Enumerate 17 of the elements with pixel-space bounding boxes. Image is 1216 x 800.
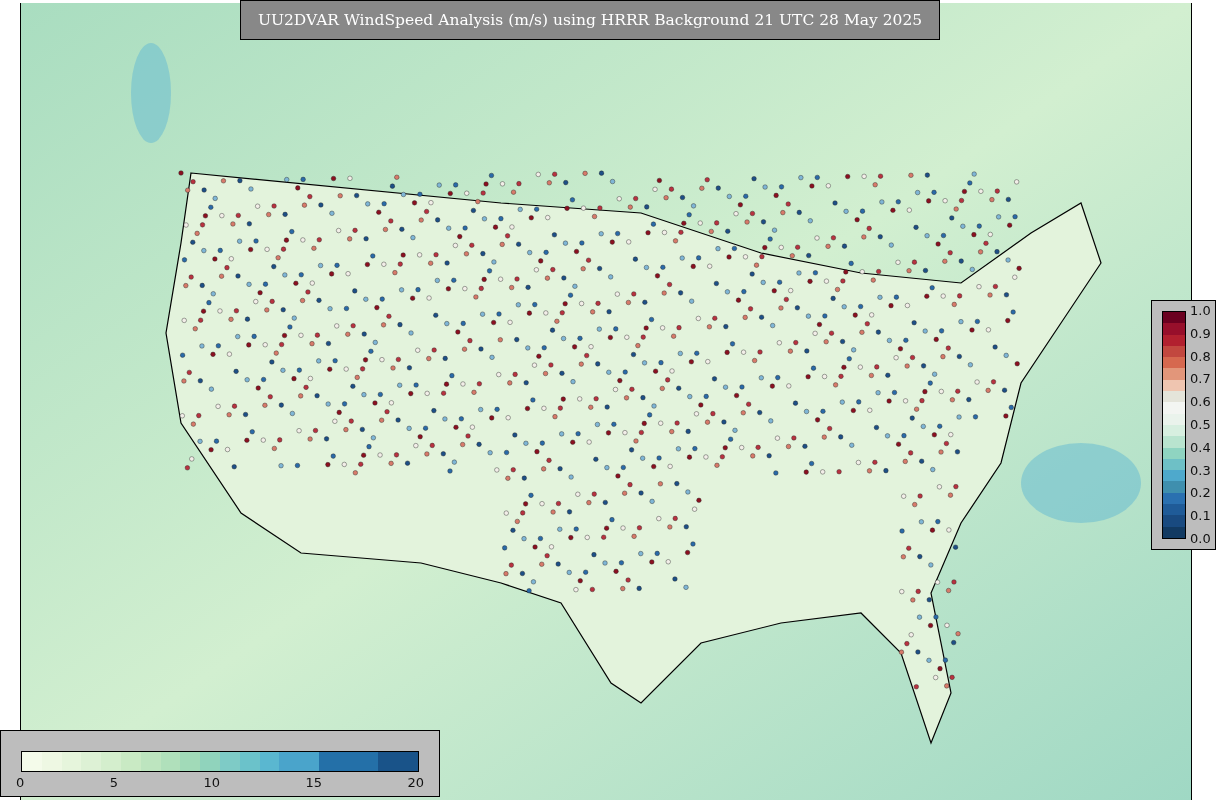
tick-label: 10 (203, 775, 220, 791)
tick-label: 0.3 (1190, 462, 1211, 479)
tick-label: 0.2 (1190, 485, 1211, 502)
tick-label: 0.7 (1190, 371, 1211, 388)
tick-label: 0 (16, 775, 25, 791)
tick-label: 0.0 (1190, 530, 1211, 547)
tick-label: 0.5 (1190, 417, 1211, 433)
tick-label: 0.1 (1190, 508, 1211, 525)
tick-label: 0.4 (1190, 439, 1211, 456)
tick-label: 0.8 (1190, 348, 1211, 365)
tick-label: 15 (305, 775, 322, 791)
tick-label: 20 (407, 775, 424, 791)
tick-label: 0.6 (1190, 394, 1211, 411)
tick-label: 5 (109, 775, 118, 791)
tick-label: 1.0 (1190, 303, 1211, 319)
map-title: UU2DVAR WindSpeed Analysis (m/s) using HRRR Background 21 UTC 28 May 2025 (240, 0, 940, 40)
tick-label: 0.9 (1190, 325, 1211, 342)
